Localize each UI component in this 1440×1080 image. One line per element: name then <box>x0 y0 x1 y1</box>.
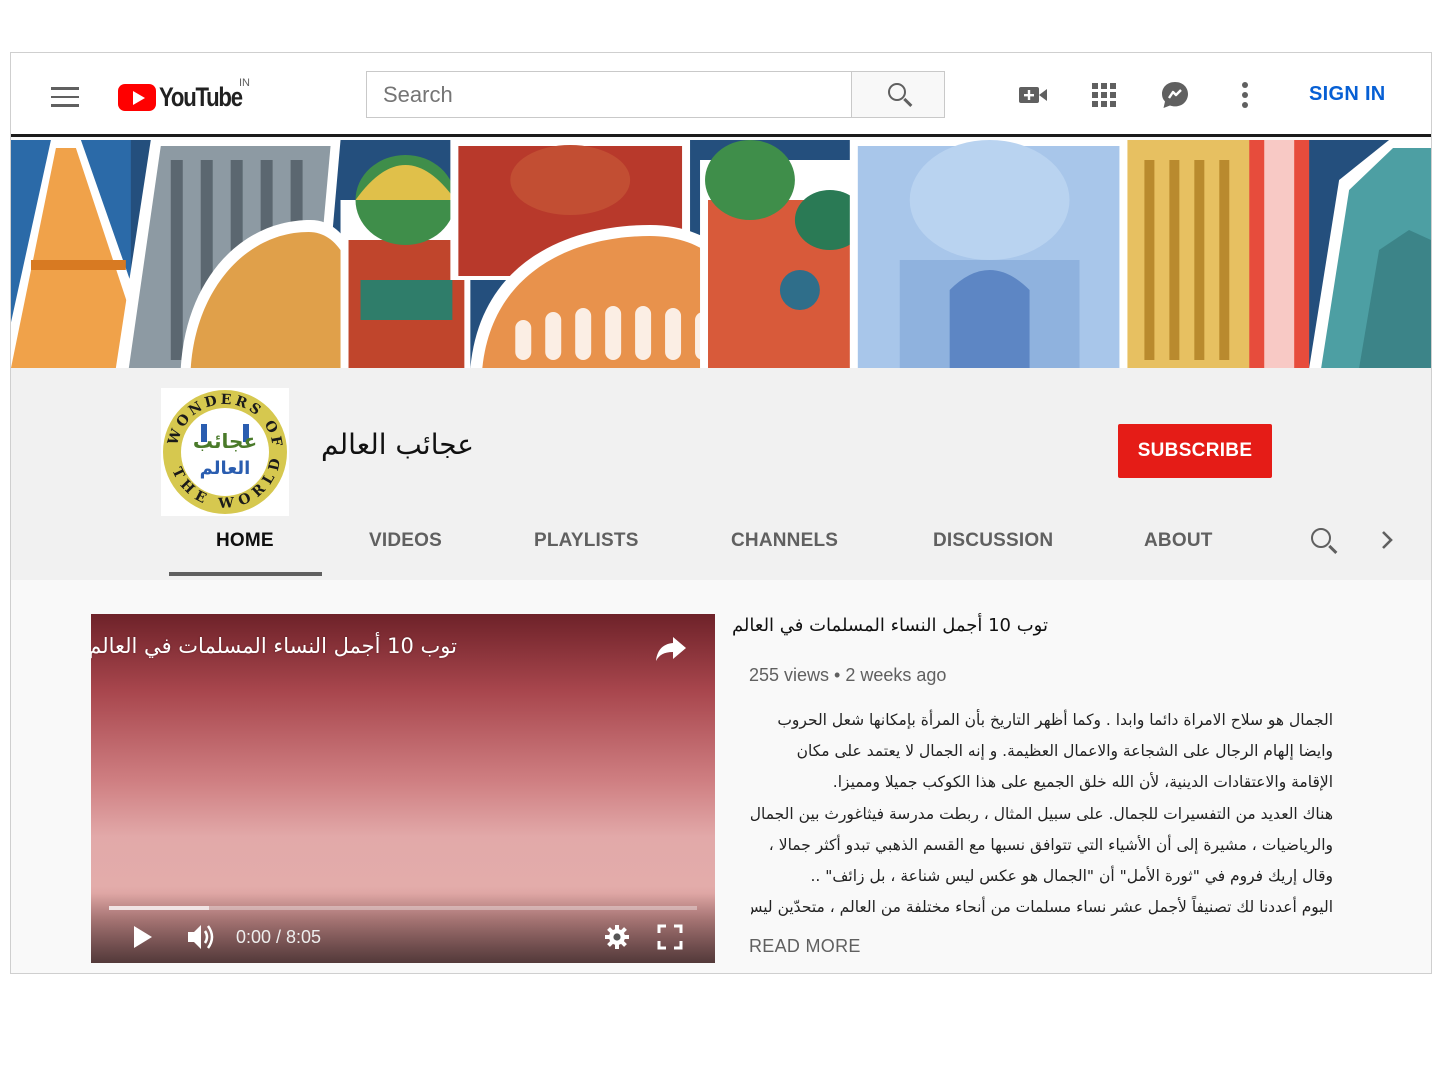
create-video-icon[interactable] <box>1017 79 1049 111</box>
tab-playlists[interactable]: PLAYLISTS <box>534 530 639 552</box>
buffer-bar <box>109 906 209 910</box>
tab-about[interactable]: ABOUT <box>1144 530 1213 552</box>
player-title[interactable]: توب 10 أجمل النساء المسلمات في العالم <box>91 634 457 658</box>
masthead: YouTube IN SIGN IN <box>11 53 1431 137</box>
tab-channels[interactable]: CHANNELS <box>731 530 838 552</box>
search-icon <box>888 83 906 101</box>
channel-logo: WONDERS OF THE WORLD عجائب العالم <box>163 390 287 514</box>
play-icon[interactable] <box>131 924 155 950</box>
description-line: والرياضيات ، مشيرة إلى أن الأشياء التي ت… <box>768 835 1333 854</box>
video-meta: 255 views • 2 weeks ago <box>749 665 947 685</box>
description-line: الإقامة والاعتقادات الدينية، لأن الله خل… <box>832 773 1333 792</box>
tab-discussion[interactable]: DISCUSSION <box>933 530 1053 552</box>
youtube-channel-page: YouTube IN SIGN IN <box>10 52 1432 974</box>
progress-bar[interactable] <box>109 906 697 910</box>
description-line: اليوم أعددنا لك تصنيفاً لأجمل عشر نساء م… <box>751 898 1333 917</box>
description-line: وايضا إلهام الرجال على الشجاعة والاعمال … <box>796 742 1333 761</box>
logo-wordmark: YouTube <box>159 81 243 112</box>
tab-home[interactable]: HOME <box>216 530 274 552</box>
channel-banner <box>11 140 1431 368</box>
share-icon[interactable] <box>655 636 687 662</box>
video-player[interactable]: توب 10 أجمل النساء المسلمات في العالم 0:… <box>91 614 715 963</box>
video-description: الجمال هو سلاح الامراة دائما وابدا . وكم… <box>751 705 1333 925</box>
search-input[interactable] <box>366 71 851 118</box>
channel-name: عجائب العالم <box>321 428 475 461</box>
volume-icon[interactable] <box>186 922 218 952</box>
sign-in-button[interactable]: SIGN IN <box>1309 83 1386 106</box>
fullscreen-icon[interactable] <box>657 924 683 950</box>
youtube-play-icon <box>118 83 156 111</box>
subscribe-button[interactable]: SUBSCRIBE <box>1118 424 1272 478</box>
menu-icon[interactable] <box>51 87 79 107</box>
channel-header: WONDERS OF THE WORLD عجائب العالم عجائب … <box>11 368 1431 580</box>
more-vert-icon[interactable] <box>1229 79 1261 111</box>
description-line: وقال إريك فروم في "ثورة الأمل" أن "الجما… <box>810 867 1333 886</box>
apps-icon[interactable] <box>1088 79 1120 111</box>
description-line: الجمال هو سلاح الامراة دائما وابدا . وكم… <box>777 711 1333 729</box>
country-code: IN <box>239 77 250 89</box>
video-title[interactable]: توب 10 أجمل النساء المسلمات في العالم <box>732 615 1048 636</box>
active-tab-indicator <box>169 572 322 576</box>
messages-icon[interactable] <box>1159 79 1191 111</box>
settings-icon[interactable] <box>604 924 630 950</box>
description-line: هناك العديد من التفسيرات للجمال. على سبي… <box>751 804 1333 823</box>
read-more-link[interactable]: READ MORE <box>749 936 861 957</box>
svg-text:العالم: العالم <box>200 458 251 479</box>
channel-search-icon[interactable] <box>1311 528 1331 548</box>
svg-text:عجائب: عجائب <box>193 429 257 453</box>
chevron-right-icon[interactable] <box>1377 528 1397 552</box>
time-display: 0:00 / 8:05 <box>236 927 322 947</box>
youtube-logo[interactable]: YouTube IN <box>118 77 260 113</box>
search-button[interactable] <box>851 71 945 118</box>
channel-avatar[interactable]: WONDERS OF THE WORLD عجائب العالم <box>161 388 289 516</box>
tab-videos[interactable]: VIDEOS <box>369 530 442 552</box>
